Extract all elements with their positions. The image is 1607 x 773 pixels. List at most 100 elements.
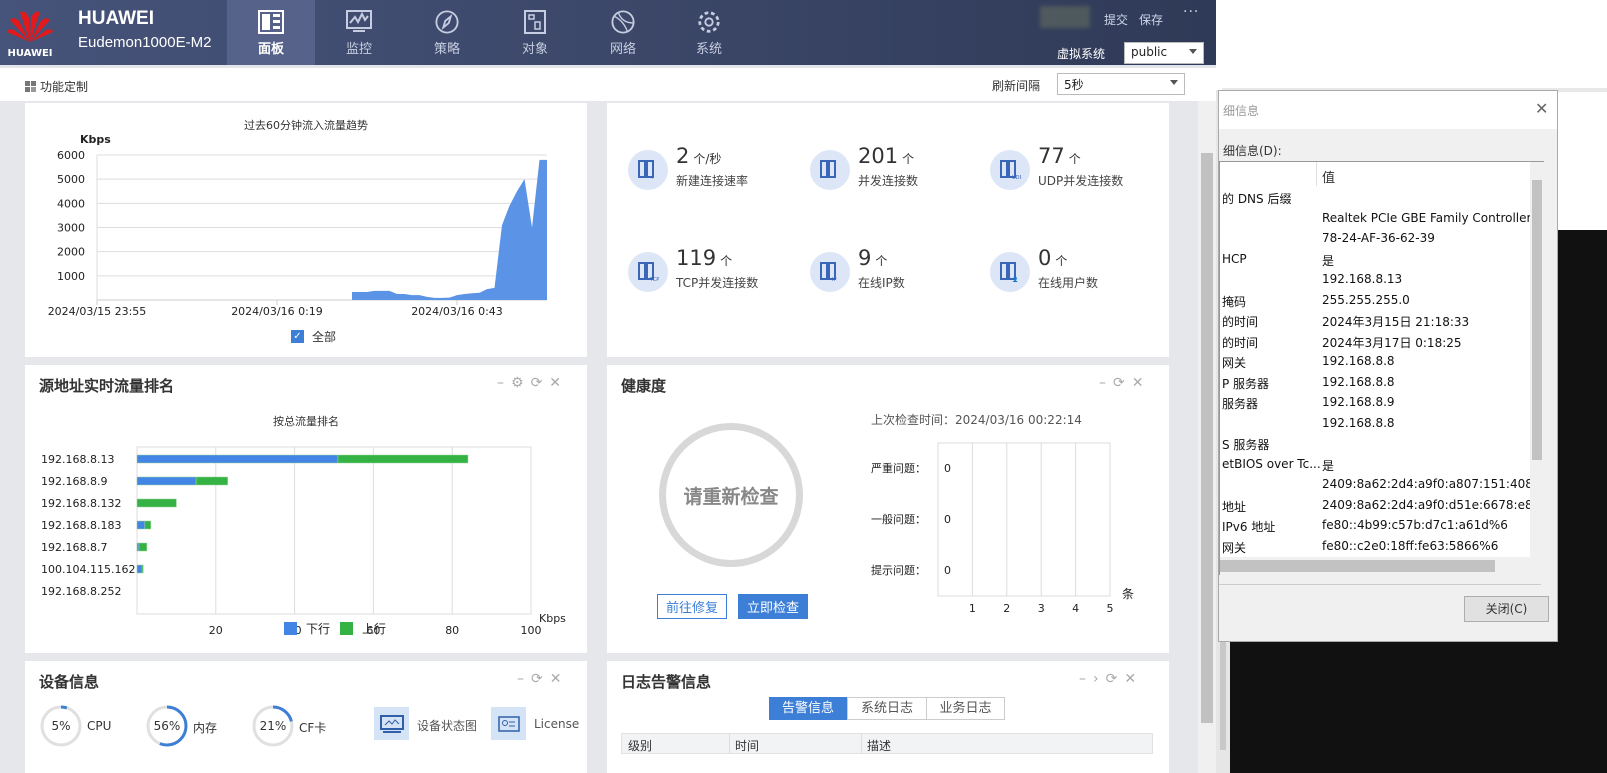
detail-row[interactable]: P 服务器 192.168.8.8	[1220, 375, 1540, 395]
traffic-trend-panel: 过去60分钟流入流量趋势 Kbps 1000 2000 3000 4000 5000 6000…	[25, 103, 587, 357]
detail-row[interactable]: etBIOS over Tc... 是	[1220, 457, 1540, 477]
property-value: 2409:8a62:2d4:a9f0:d51e:6678:e866:b	[1322, 497, 1540, 512]
property-value: 2024年3月15日 21:18:33	[1322, 315, 1470, 329]
close-icon[interactable]: ✕	[550, 671, 569, 687]
detail-row[interactable]: IPv6 地址 fe80::4b99:c57b:d7c1:a61d%6	[1220, 518, 1540, 538]
panel-title: 日志告警信息	[621, 673, 712, 691]
property-name: 网关	[1222, 540, 1247, 555]
detail-row[interactable]: 192.168.8.13	[1220, 272, 1540, 292]
issue-category: 严重问题：	[871, 461, 926, 475]
license-button[interactable]	[491, 707, 526, 740]
save-link[interactable]: 保存	[1139, 11, 1163, 28]
checkbox-checked-icon[interactable]: ✓	[291, 330, 304, 343]
gauge-label: 内存	[193, 721, 218, 735]
refresh-icon[interactable]: ⟳	[1106, 671, 1125, 687]
property-value: fe80::4b99:c57b:d7c1:a61d%6	[1322, 518, 1508, 532]
y-tick-label: 2000	[57, 246, 85, 259]
close-icon[interactable]: ✕	[1535, 99, 1548, 118]
nav-dashboard[interactable]: 面板	[227, 0, 315, 65]
vsys-select[interactable]: public	[1124, 42, 1204, 64]
page-scrollbar[interactable]	[1198, 101, 1216, 773]
details-list[interactable]: 值 的 DNS 后缀 Realtek PCIe GBE Family Contro…	[1219, 161, 1544, 575]
refresh-interval-select[interactable]: 5秒	[1057, 73, 1185, 95]
x-tick-label: 2024/03/16 0:43	[411, 305, 503, 318]
stat-item: 👤 0个 在线用户数	[990, 246, 1160, 302]
column-level[interactable]: 级别	[628, 737, 652, 754]
customize-button[interactable]: 功能定制	[25, 78, 88, 95]
stat-value: 201 个	[858, 144, 914, 168]
horizontal-scrollbar[interactable]	[1220, 557, 1544, 575]
bar-up	[138, 542, 148, 552]
stat-number: 0	[1038, 246, 1052, 270]
session-stats-panel: + 2个/秒 新建连接速率 ~ 201个 并发连接数 UDP 77个 UDP并发…	[607, 103, 1169, 357]
nav-network[interactable]: 网络	[579, 0, 667, 65]
issue-count: 0	[944, 462, 951, 475]
detail-row[interactable]: 网关 192.168.8.8	[1220, 354, 1540, 374]
tab-alarms[interactable]: 告警信息	[769, 697, 847, 720]
detail-row[interactable]: 地址 2409:8a62:2d4:a9f0:d51e:6678:e866:b	[1220, 498, 1540, 518]
detail-row[interactable]: S 服务器	[1220, 436, 1540, 456]
detail-row[interactable]: 78-24-AF-36-62-39	[1220, 231, 1540, 251]
stat-value: 0个	[1038, 246, 1067, 270]
y-category-label: 192.168.8.13	[41, 453, 114, 466]
x-axis-unit: 条	[1122, 587, 1134, 601]
property-name: 的 DNS 后缀	[1222, 192, 1292, 206]
stat-label: TCP并发连接数	[676, 276, 759, 290]
close-icon[interactable]: ✕	[1124, 671, 1143, 687]
legend-swatch	[340, 622, 353, 635]
logo-text: HUAWEI	[7, 48, 53, 59]
gauge-percent: 21%	[259, 719, 287, 733]
property-name: IPv6 地址	[1222, 520, 1276, 534]
status-map-label[interactable]: 设备状态图	[417, 717, 477, 734]
panel-controls: –⟳✕	[517, 671, 568, 687]
vertical-scrollbar[interactable]	[1530, 162, 1544, 557]
detail-row[interactable]: 服务器 192.168.8.9	[1220, 395, 1540, 415]
stat-unit: 个	[875, 254, 888, 268]
chart-title: 过去60分钟流入流量趋势	[244, 118, 368, 132]
stat-unit: 个	[902, 152, 915, 166]
status-map-button[interactable]	[374, 707, 409, 740]
nav-policy[interactable]: 策略	[403, 0, 491, 65]
svg-text:~: ~	[832, 175, 836, 180]
expand-icon[interactable]: ›	[1093, 671, 1106, 687]
detail-row[interactable]: 掩码 255.255.255.0	[1220, 293, 1540, 313]
close-button[interactable]: 关闭(C)	[1464, 596, 1549, 622]
detail-row[interactable]: 192.168.8.8	[1220, 416, 1540, 436]
stat-label: 在线IP数	[858, 276, 905, 290]
svg-text:+: +	[650, 175, 654, 180]
nav-system[interactable]: 系统	[665, 0, 753, 65]
column-time[interactable]: 时间	[735, 737, 759, 754]
tab-business-log[interactable]: 业务日志	[927, 697, 1005, 720]
stat-label: 新建连接速率	[676, 174, 749, 188]
submit-link[interactable]: 提交	[1104, 11, 1128, 28]
detail-row[interactable]: 网关 fe80::c2e0:18ff:fe63:5866%6	[1220, 539, 1540, 559]
detail-row[interactable]: 的时间 2024年3月15日 21:18:33	[1220, 313, 1540, 333]
value-header[interactable]: 值	[1322, 167, 1335, 186]
detail-row[interactable]: 的时间 2024年3月17日 0:18:25	[1220, 334, 1540, 354]
refresh-icon[interactable]: ⟳	[531, 671, 550, 687]
legend-all[interactable]: ✓ 全部	[291, 328, 336, 345]
nav-label: 对象	[521, 42, 548, 57]
bar-up	[195, 476, 228, 486]
nav-object[interactable]: 对象	[491, 0, 579, 65]
minimize-icon[interactable]: –	[1079, 671, 1093, 687]
more-menu-icon[interactable]: ···	[1183, 4, 1199, 20]
y-axis-label: Kbps	[80, 133, 111, 146]
tab-system-log[interactable]: 系统日志	[847, 697, 927, 720]
bar-down	[136, 476, 197, 486]
y-category-label: 192.168.8.7	[41, 541, 107, 554]
detail-row[interactable]: 的 DNS 后缀	[1220, 190, 1540, 210]
minimize-icon[interactable]: –	[517, 671, 531, 687]
dialog-title: 细信息	[1223, 104, 1260, 118]
license-label[interactable]: License	[534, 717, 579, 731]
nav-monitor[interactable]: 监控	[315, 0, 403, 65]
license-icon	[497, 715, 520, 732]
detail-row[interactable]: 2409:8a62:2d4:a9f0:a807:151:4085:3e	[1220, 477, 1540, 497]
detail-row[interactable]: HCP 是	[1220, 252, 1540, 272]
column-description[interactable]: 描述	[867, 737, 891, 754]
detail-row[interactable]: Realtek PCIe GBE Family Controller #	[1220, 211, 1540, 231]
scrollbar-thumb[interactable]	[1201, 153, 1213, 723]
property-value: 192.168.8.13	[1322, 272, 1403, 286]
stat-unit: 个/秒	[693, 152, 722, 166]
ip-monitor-icon: IP	[810, 252, 850, 292]
